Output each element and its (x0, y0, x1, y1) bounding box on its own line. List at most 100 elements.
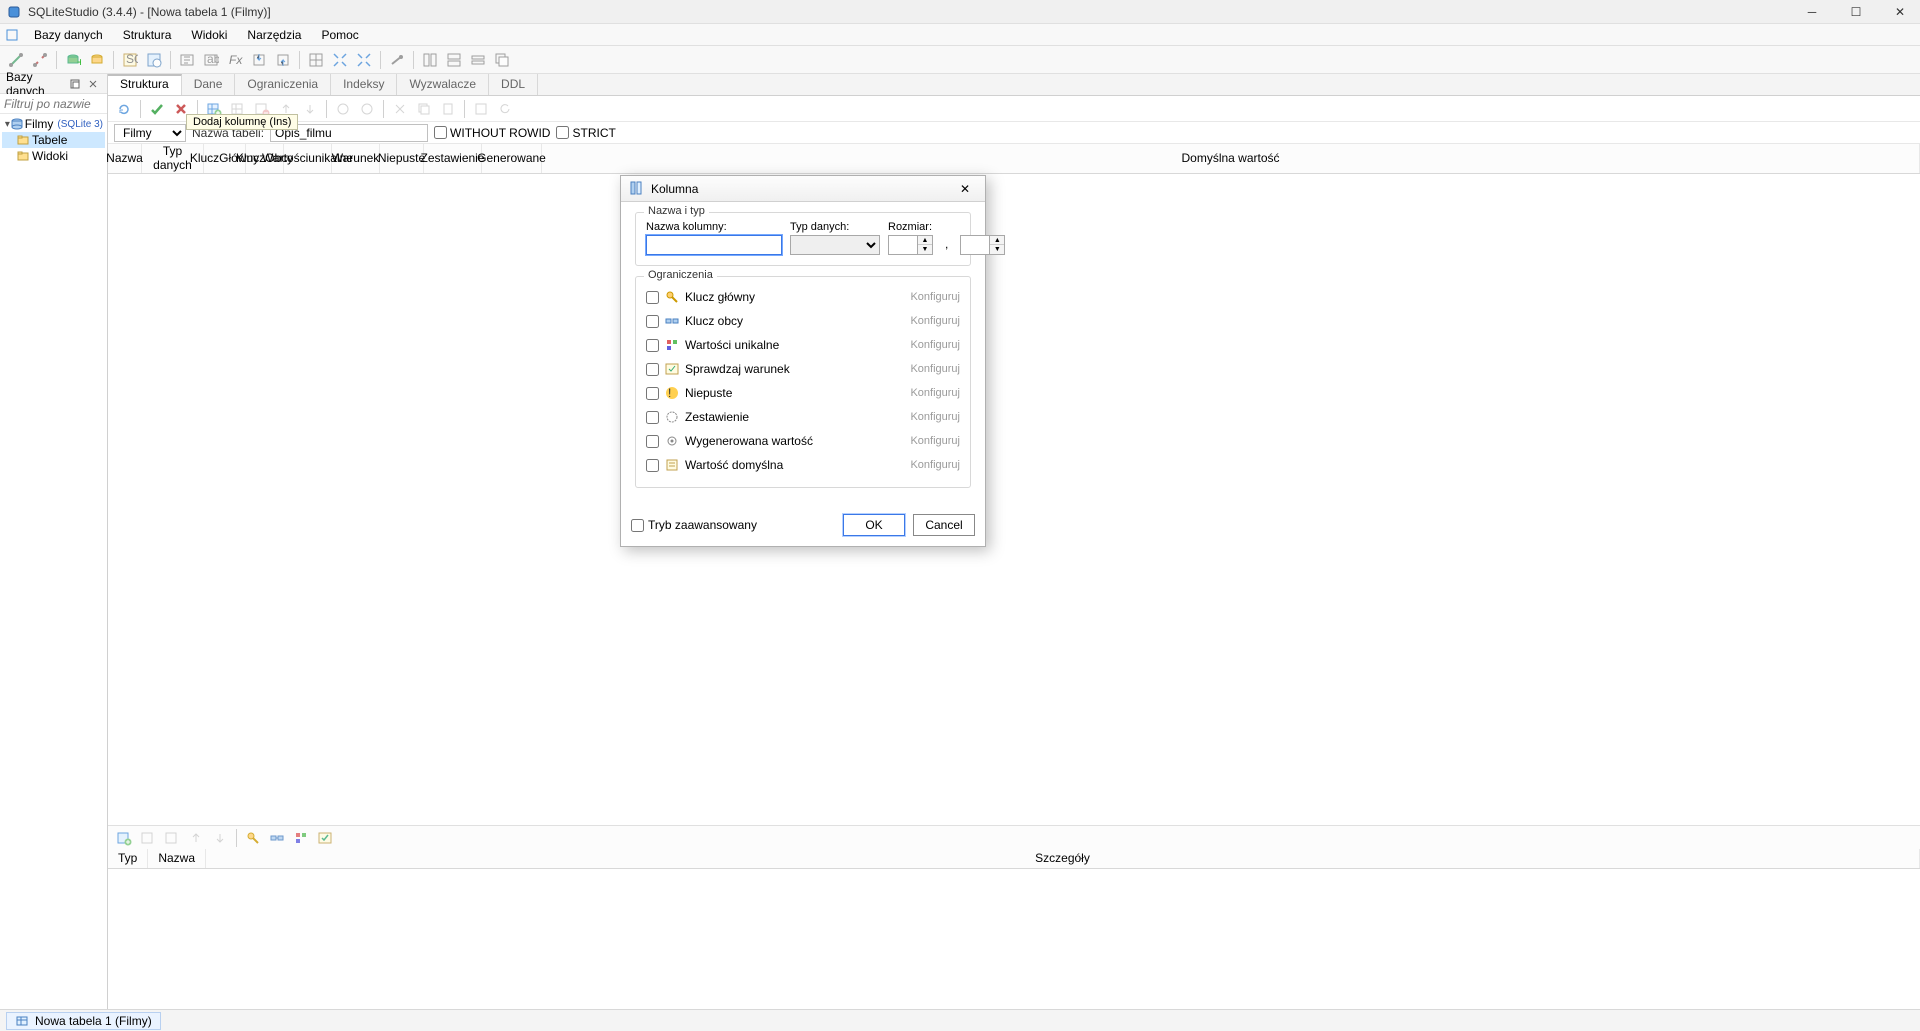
constraint-generated-configure[interactable]: Konfiguruj (910, 435, 960, 447)
create-similar-icon[interactable] (471, 99, 491, 119)
connect-icon[interactable] (6, 50, 26, 70)
grid-icon[interactable] (306, 50, 326, 70)
sidebar-filter-input[interactable] (0, 94, 107, 113)
advanced-mode-checkbox[interactable]: Tryb zaawansowany (631, 518, 757, 532)
column-type-select[interactable] (790, 235, 880, 255)
paste-icon[interactable] (438, 99, 458, 119)
constraint-default-checkbox[interactable] (646, 459, 659, 472)
refresh-icon[interactable] (114, 99, 134, 119)
constraint-check-configure[interactable]: Konfiguruj (910, 363, 960, 375)
size1-down[interactable]: ▼ (918, 245, 932, 254)
size1-up[interactable]: ▲ (918, 236, 932, 245)
column-size1-input[interactable] (888, 235, 918, 255)
col-header-collate[interactable]: Zestawienie (424, 144, 482, 173)
pk-constraint-icon[interactable] (243, 828, 263, 848)
constraint-default-configure[interactable]: Konfiguruj (910, 459, 960, 471)
edit-constraint-icon[interactable] (357, 99, 377, 119)
col-header-check[interactable]: Warunek (332, 144, 380, 173)
edit-db-icon[interactable] (87, 50, 107, 70)
db-selector[interactable]: Filmy (114, 124, 186, 142)
constraints-col-name[interactable]: Nazwa (148, 849, 206, 868)
copy-icon[interactable] (414, 99, 434, 119)
constraint-check-checkbox[interactable] (646, 363, 659, 376)
tab-ddl[interactable]: DDL (489, 74, 538, 95)
minimize-button[interactable]: ─ (1798, 2, 1826, 22)
settings-icon[interactable] (387, 50, 407, 70)
add-constraint-icon[interactable] (333, 99, 353, 119)
ok-button[interactable]: OK (843, 514, 905, 536)
sidebar-float-icon[interactable] (67, 76, 83, 92)
fk-constraint-icon[interactable] (267, 828, 287, 848)
unique-constraint-icon[interactable] (291, 828, 311, 848)
column-name-input[interactable] (646, 235, 782, 255)
sql-editor-icon[interactable]: SQL (120, 50, 140, 70)
export-icon[interactable] (273, 50, 293, 70)
collation-editor-icon[interactable]: ab (201, 50, 221, 70)
constraint-notnull-checkbox[interactable] (646, 387, 659, 400)
col-header-default[interactable]: Domyślna wartość (542, 144, 1920, 173)
tab-data[interactable]: Dane (182, 74, 236, 95)
col-header-generated[interactable]: Generowane (482, 144, 542, 173)
cancel-button[interactable]: Cancel (913, 514, 975, 536)
tree-views-row[interactable]: Widoki (2, 148, 105, 164)
check-constraint-icon[interactable] (315, 828, 335, 848)
function-editor-icon[interactable] (177, 50, 197, 70)
constraint-pk-checkbox[interactable] (646, 291, 659, 304)
sql-history-icon[interactable] (144, 50, 164, 70)
dialog-titlebar[interactable]: Kolumna ✕ (621, 176, 985, 202)
disconnect-icon[interactable] (30, 50, 50, 70)
tree-db-row[interactable]: ▾ Filmy (SQLite 3) (2, 116, 105, 132)
tab-indexes[interactable]: Indeksy (331, 74, 397, 95)
constraint-unique-configure[interactable]: Konfiguruj (910, 339, 960, 351)
constraint-generated-checkbox[interactable] (646, 435, 659, 448)
tile-h-icon[interactable] (420, 50, 440, 70)
menu-structure[interactable]: Struktura (113, 26, 182, 44)
menu-help[interactable]: Pomoc (311, 26, 368, 44)
chevron-down-icon[interactable]: ▾ (4, 119, 11, 130)
constraint-notnull-configure[interactable]: Konfiguruj (910, 387, 960, 399)
menu-databases[interactable]: Bazy danych (24, 26, 113, 44)
constraint-collate-configure[interactable]: Konfiguruj (910, 411, 960, 423)
col-header-name[interactable]: Nazwa (108, 144, 142, 173)
del-tbl-constraint-icon[interactable] (162, 828, 182, 848)
move-down-constraint-icon[interactable] (210, 828, 230, 848)
cascade-icon[interactable] (468, 50, 488, 70)
maximize-button[interactable]: ☐ (1842, 2, 1870, 22)
size2-up[interactable]: ▲ (990, 236, 1004, 245)
move-up-constraint-icon[interactable] (186, 828, 206, 848)
edit-tbl-constraint-icon[interactable] (138, 828, 158, 848)
expand-icon[interactable] (330, 50, 350, 70)
size2-down[interactable]: ▼ (990, 245, 1004, 254)
col-header-notnull[interactable]: Niepuste (380, 144, 424, 173)
taskbar-item[interactable]: Nowa tabela 1 (Filmy) (6, 1012, 161, 1030)
cut-icon[interactable] (390, 99, 410, 119)
constraint-collate-checkbox[interactable] (646, 411, 659, 424)
constraint-pk-configure[interactable]: Konfiguruj (910, 291, 960, 303)
strict-checkbox[interactable]: STRICT (556, 126, 615, 140)
commit-icon[interactable] (147, 99, 167, 119)
move-down-icon[interactable] (300, 99, 320, 119)
tab-structure[interactable]: Struktura (108, 74, 182, 95)
menu-views[interactable]: Widoki (181, 26, 237, 44)
tree-tables-row[interactable]: Tabele (2, 132, 105, 148)
without-rowid-checkbox[interactable]: WITHOUT ROWID (434, 126, 550, 140)
close-button[interactable]: ✕ (1886, 2, 1914, 22)
reset-icon[interactable] (495, 99, 515, 119)
constraint-fk-checkbox[interactable] (646, 315, 659, 328)
compress-icon[interactable] (354, 50, 374, 70)
constraint-fk-configure[interactable]: Konfiguruj (910, 315, 960, 327)
add-tbl-constraint-icon[interactable] (114, 828, 134, 848)
dialog-close-button[interactable]: ✕ (953, 179, 977, 199)
constraint-unique-checkbox[interactable] (646, 339, 659, 352)
windows-icon[interactable] (492, 50, 512, 70)
tab-constraints[interactable]: Ograniczenia (235, 74, 331, 95)
column-size2-input[interactable] (960, 235, 990, 255)
import-icon[interactable] (249, 50, 269, 70)
fx-icon[interactable]: Fx (225, 50, 245, 70)
tab-triggers[interactable]: Wyzwalacze (397, 74, 489, 95)
col-header-unique[interactable]: Wartościunikalne (284, 144, 332, 173)
sidebar-close-icon[interactable] (85, 76, 101, 92)
constraints-col-type[interactable]: Typ (108, 849, 148, 868)
add-db-icon[interactable]: + (63, 50, 83, 70)
constraints-col-details[interactable]: Szczegóły (206, 849, 1920, 868)
